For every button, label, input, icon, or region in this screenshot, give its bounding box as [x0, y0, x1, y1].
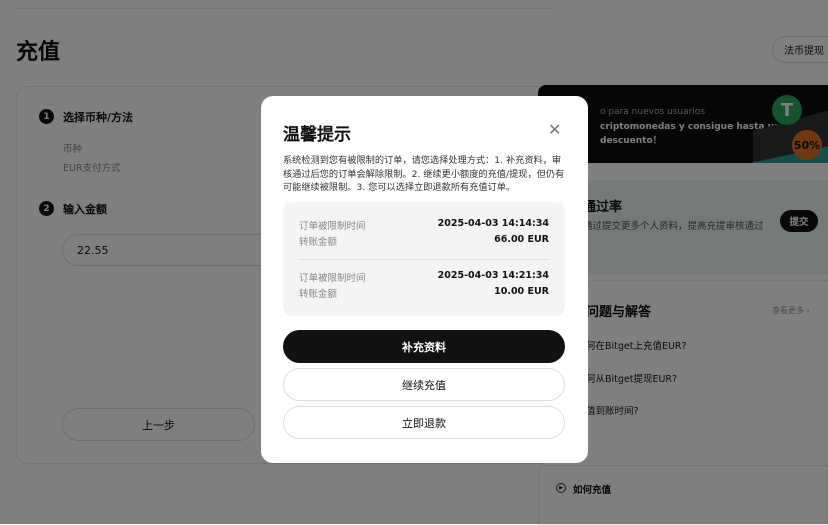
order-amount-row: 转账金额 66.00 EUR — [299, 234, 549, 248]
close-icon[interactable]: ✕ — [548, 120, 561, 139]
label: 转账金额 — [299, 289, 338, 300]
order-amount-row: 转账金额 10.00 EUR — [299, 286, 549, 300]
order-time-row: 订单被限制时间 2025-04-03 14:14:34 — [299, 218, 549, 232]
value: 66.00 EUR — [494, 234, 549, 245]
warning-dialog: 温馨提示 ✕ 系统检测到您有被限制的订单，请您选择处理方式：1. 补充资料，审核… — [261, 96, 588, 463]
dialog-description: 系统检测到您有被限制的订单，请您选择处理方式：1. 补充资料，审核通过后您的订单… — [283, 155, 565, 193]
continue-deposit-button[interactable]: 继续充值 — [283, 368, 565, 401]
value: 2025-04-03 14:21:34 — [437, 270, 549, 281]
label: 订单被限制时间 — [299, 273, 366, 284]
value: 10.00 EUR — [494, 286, 549, 297]
divider — [299, 259, 549, 260]
restricted-orders-box: 订单被限制时间 2025-04-03 14:14:34 转账金额 66.00 EUR… — [283, 202, 565, 316]
label: 订单被限制时间 — [299, 221, 366, 232]
supplement-info-button[interactable]: 补充资料 — [283, 330, 565, 363]
label: 转账金额 — [299, 237, 338, 248]
order-time-row: 订单被限制时间 2025-04-03 14:21:34 — [299, 270, 549, 284]
value: 2025-04-03 14:14:34 — [437, 218, 549, 229]
refund-now-button[interactable]: 立即退款 — [283, 406, 565, 439]
dialog-title: 温馨提示 — [283, 125, 351, 145]
